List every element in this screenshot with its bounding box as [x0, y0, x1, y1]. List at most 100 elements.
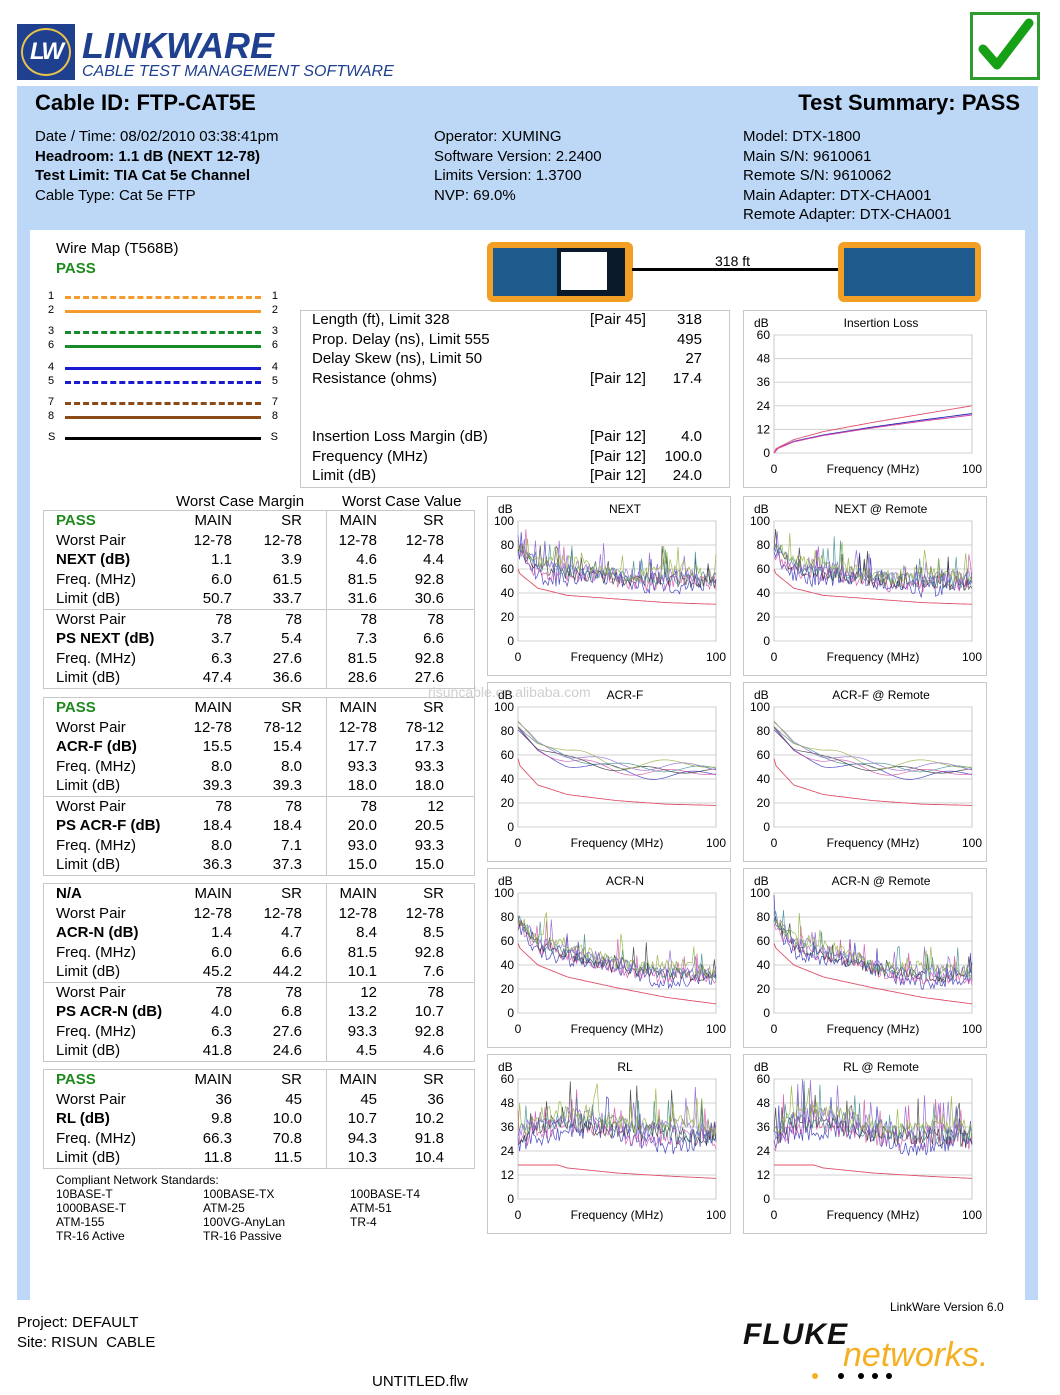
column-header: MAIN: [339, 885, 378, 902]
y-tick-label: 20: [757, 796, 771, 810]
info-column-1: Date / Time: 08/02/2010 03:38:41pm Headr…: [35, 127, 279, 205]
y-tick-label: 48: [757, 352, 771, 366]
cell-value: 81.5: [347, 649, 377, 667]
column-header: SR: [423, 512, 444, 529]
brand-dot-icon: [812, 1373, 818, 1379]
cell-value: 93.0: [347, 836, 377, 854]
series-line: [517, 720, 717, 770]
cell-value: 10.7: [347, 1110, 377, 1127]
cell-value: 20.5: [414, 817, 444, 834]
x-axis-label: Frequency (MHz): [827, 836, 920, 850]
table-row: PS NEXT (dB) 3.7 5.4 7.3 6.6: [44, 629, 474, 649]
table-row: Worst Pair 78 78 12 78: [44, 981, 474, 1003]
row-label: PS ACR-F (dB): [56, 817, 161, 834]
info-column-2: Operator: XUMING Software Version: 2.240…: [434, 127, 602, 205]
nvp: NVP: 69.0%: [434, 186, 516, 204]
y-tick-label: 12: [501, 1168, 515, 1182]
wire-pin-right: 4: [271, 361, 278, 373]
cell-value: 6.3: [211, 1022, 232, 1040]
x-tick-label: 100: [706, 1022, 726, 1036]
result-value: 4.0: [681, 428, 702, 445]
cell-value: 36.6: [272, 669, 302, 686]
wire-line: [65, 402, 261, 405]
cell-value: 92.8: [414, 943, 444, 961]
cell-value: 47.4: [202, 669, 232, 686]
series-line: [517, 727, 717, 774]
y-tick-label: 36: [501, 1120, 515, 1134]
y-tick-label: 20: [757, 610, 771, 624]
chart-svg: 0 12 24 36 48 60dB RL 0 100 Frequency (MHz): [498, 1060, 726, 1222]
y-tick-label: 0: [763, 634, 770, 648]
standard-item: ATM-25: [203, 1201, 245, 1215]
cell-value: 1.1: [211, 551, 232, 568]
result-label: Delay Skew (ns), Limit 50: [312, 350, 483, 367]
wire-pin-right: 1: [271, 290, 278, 302]
table-row: Limit (dB) 36.3 37.3 15.0 15.0: [44, 855, 474, 875]
cell-value: 12-78: [405, 531, 444, 549]
cell-value: 93.3: [347, 1022, 377, 1040]
cell-value: 78: [427, 983, 444, 1001]
result-row: Insertion Loss Margin (dB) [Pair 12] 4.0: [312, 428, 702, 447]
networks-logo: networks.: [843, 1336, 989, 1374]
x-tick-label: 0: [515, 836, 522, 850]
wire-pin-left: 6: [48, 339, 55, 351]
y-tick-label: 60: [501, 748, 515, 762]
cell-value: 6.6: [423, 630, 444, 647]
y-axis-label: dB: [498, 1060, 513, 1074]
cell-value: 31.6: [347, 590, 377, 607]
cell-value: 78: [285, 797, 302, 815]
cell-value: 7.6: [423, 963, 444, 980]
cell-value: 3.9: [281, 551, 302, 568]
cell-value: 12-78: [193, 718, 232, 736]
result-value: 17.4: [672, 370, 702, 387]
cell-value: 61.5: [272, 570, 302, 588]
series-line: [773, 923, 973, 986]
cell-value: 92.8: [414, 649, 444, 667]
table-row: Freq. (MHz) 66.3 70.8 94.3 91.8: [44, 1129, 474, 1149]
y-tick-label: 100: [494, 700, 514, 714]
cell-value: 12-78: [338, 531, 377, 549]
column-header: SR: [281, 885, 302, 902]
y-tick-label: 12: [757, 422, 771, 436]
main-serial: Main S/N: 9610061: [743, 147, 872, 165]
column-header: MAIN: [339, 1071, 378, 1088]
remote-serial: Remote S/N: 9610062: [743, 167, 892, 184]
table-row: Worst Pair 12-78 78-12 12-78 78-12: [44, 718, 474, 738]
wire-pin-left: 8: [48, 410, 55, 422]
y-tick-label: 48: [757, 1096, 771, 1110]
chart-acr-f-remote: 0 20 40 60 80 100 dB ACR-F @ Remote 0 100 Frequenc…: [743, 682, 987, 862]
series-line: [773, 413, 973, 454]
cell-value: 41.8: [202, 1042, 232, 1059]
wire-pin-right: 3: [271, 325, 278, 337]
y-tick-label: 20: [501, 610, 515, 624]
wire-row: 88: [48, 410, 278, 423]
x-tick-label: 100: [706, 650, 726, 664]
x-tick-label: 100: [962, 462, 982, 476]
result-label: Limit (dB): [312, 467, 377, 484]
cell-value: 91.8: [414, 1129, 444, 1147]
remote-adapter: Remote Adapter: DTX-CHA001: [743, 206, 952, 223]
brand-dot-icon: [886, 1373, 892, 1379]
cell-value: 18.4: [272, 817, 302, 834]
cell-value: 44.2: [272, 963, 302, 980]
y-tick-label: 80: [757, 724, 771, 738]
cell-value: 15.0: [414, 856, 444, 873]
limits-version: Limits Version: 1.3700: [434, 167, 582, 184]
x-tick-label: 0: [771, 462, 778, 476]
chart-next: 0 20 40 60 80 100 dB NEXT 0 100 Frequency (MHz): [487, 496, 731, 676]
cell-value: 12-78: [263, 904, 302, 922]
table-row: RL (dB) 9.8 10.0 10.7 10.2: [44, 1109, 474, 1129]
cell-value: 10.3: [347, 1149, 377, 1166]
row-label: Worst Pair: [56, 610, 126, 628]
wire-line: [65, 381, 261, 384]
wire-row: 55: [48, 375, 278, 388]
y-tick-label: 40: [757, 958, 771, 972]
wire-row: 33: [48, 325, 278, 338]
row-label: PS ACR-N (dB): [56, 1003, 163, 1020]
y-tick-label: 20: [501, 982, 515, 996]
series-line: [773, 727, 973, 774]
table-row: PS ACR-N (dB) 4.0 6.8 13.2 10.7: [44, 1002, 474, 1022]
cell-value: 93.3: [414, 757, 444, 775]
brand-dot-icon: [838, 1373, 844, 1379]
cell-value: 70.8: [272, 1129, 302, 1147]
